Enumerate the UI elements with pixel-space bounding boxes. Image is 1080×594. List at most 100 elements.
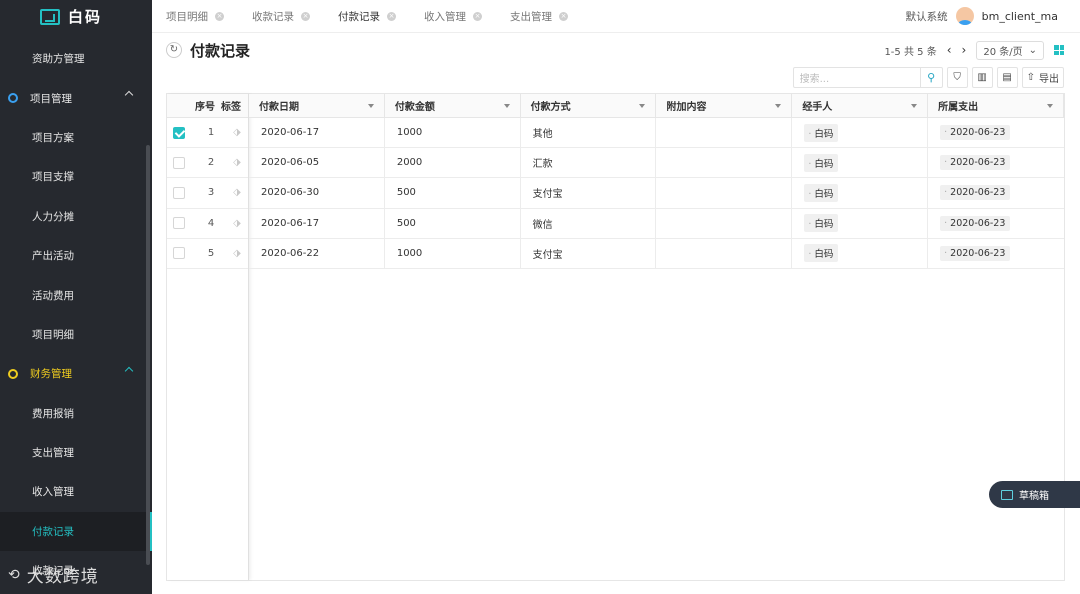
handler-chip[interactable]: 白码 — [804, 183, 839, 202]
filter-button[interactable]: ⛉ — [946, 67, 968, 88]
expense-chip[interactable]: 2020-06-23 — [940, 245, 1011, 261]
cell-amount: 500 — [385, 208, 521, 238]
search-input[interactable]: 搜索... ⚲ — [792, 67, 943, 88]
sidebar-item[interactable]: 支出管理 — [0, 433, 152, 472]
table-settings-icon: ▤ — [1002, 72, 1012, 83]
column-header[interactable]: 付款方式 — [521, 93, 657, 118]
tabs: 项目明细 × 收款记录 × 付款记录 × 收入管理 × 支出管理 × — [152, 0, 582, 33]
tab[interactable]: 支出管理 × — [496, 0, 582, 33]
row-checkbox[interactable] — [173, 156, 185, 169]
caret-down-icon[interactable] — [775, 103, 782, 108]
sidebar-item[interactable]: 产出活动 — [0, 236, 152, 275]
layout-grid-icon[interactable] — [1054, 45, 1064, 55]
logo[interactable]: 白码 — [0, 0, 152, 33]
caret-down-icon[interactable] — [639, 103, 646, 108]
circle-icon — [8, 368, 18, 379]
tag-icon[interactable]: ⬗ — [227, 127, 247, 138]
close-icon[interactable]: × — [215, 11, 224, 21]
cell-extra — [656, 118, 793, 148]
handler-chip[interactable]: 白码 — [804, 244, 839, 263]
table-row[interactable]: 2020-06-17 500 微信 白码 2020-06-23 — [249, 208, 1064, 239]
username[interactable]: bm_client_ma — [982, 10, 1058, 23]
column-header[interactable]: 付款日期 — [249, 93, 385, 118]
pagination: 1-5 共 5 条 ‹ › 20 条/页 ⌄ — [884, 40, 1064, 60]
cell-text: 1000 — [396, 127, 423, 139]
chevron-up-icon — [124, 366, 134, 376]
table-row[interactable]: 2020-06-17 1000 其他 白码 2020-06-23 — [249, 118, 1064, 149]
watermark: ⟲ 大数跨境 — [8, 562, 99, 588]
handler-chip[interactable]: 白码 — [804, 214, 839, 233]
caret-down-icon[interactable] — [503, 103, 510, 108]
expense-chip[interactable]: 2020-06-23 — [940, 155, 1011, 171]
caret-down-icon[interactable] — [1046, 103, 1053, 108]
sidebar-item[interactable]: 项目支撑 — [0, 157, 152, 196]
sidebar-item[interactable]: 活动费用 — [0, 275, 152, 314]
per-page-select[interactable]: 20 条/页 ⌄ — [976, 40, 1044, 60]
tab[interactable]: 付款记录 × — [324, 0, 410, 33]
prev-page-icon[interactable]: ‹ — [947, 43, 952, 57]
column-header[interactable]: 付款金额 — [385, 93, 521, 118]
cell-date: 2020-06-17 — [249, 208, 385, 238]
column-header[interactable]: 附加内容 — [656, 93, 793, 118]
page-title: 付款记录 — [190, 41, 251, 60]
table-row[interactable]: 2020-06-30 500 支付宝 白码 2020-06-23 — [249, 178, 1064, 209]
next-page-icon[interactable]: › — [962, 43, 967, 57]
chart-button[interactable]: ▥ — [971, 67, 993, 88]
sidebar-item[interactable]: 项目方案 — [0, 118, 152, 157]
column-header-label: 经手人 — [802, 102, 833, 113]
tag-icon[interactable]: ⬗ — [227, 248, 247, 259]
close-icon[interactable]: × — [559, 11, 568, 21]
close-icon[interactable]: × — [301, 11, 310, 21]
draft-box-button[interactable]: 草稿箱 — [989, 481, 1080, 508]
tag-icon[interactable]: ⬗ — [227, 187, 247, 198]
row-checkbox[interactable] — [173, 247, 185, 260]
export-button[interactable]: ⇧ 导出 — [1021, 67, 1064, 88]
handler-chip[interactable]: 白码 — [804, 123, 839, 142]
tab[interactable]: 收款记录 × — [238, 0, 324, 33]
cell-amount: 1000 — [385, 118, 521, 148]
settings-button[interactable]: ▤ — [996, 67, 1018, 88]
row-index: 3 — [207, 187, 215, 199]
sidebar-item[interactable]: 费用报销 — [0, 394, 152, 433]
sidebar-scrollbar[interactable] — [146, 145, 150, 565]
tab[interactable]: 收入管理 × — [410, 0, 496, 33]
row-checkbox[interactable] — [173, 186, 185, 199]
sidebar-item[interactable]: 人力分摊 — [0, 197, 152, 236]
close-icon[interactable]: × — [473, 11, 482, 21]
tag-icon[interactable]: ⬗ — [227, 157, 247, 168]
column-header[interactable]: 经手人 — [792, 93, 929, 118]
table-row[interactable]: 2020-06-05 2000 汇款 白码 2020-06-23 — [249, 148, 1064, 179]
row-checkbox[interactable] — [173, 217, 185, 230]
avatar[interactable] — [955, 7, 974, 25]
sidebar-item[interactable]: 资助方管理 — [0, 39, 152, 78]
sidebar-group[interactable]: 财务管理 — [0, 354, 152, 393]
search-placeholder: 搜索... — [799, 74, 830, 85]
row-checkbox[interactable] — [173, 126, 185, 139]
caret-down-icon[interactable] — [367, 103, 374, 108]
table-row[interactable]: 2020-06-22 1000 支付宝 白码 2020-06-23 — [249, 238, 1064, 269]
search-icon[interactable]: ⚲ — [919, 68, 942, 87]
sidebar-item[interactable]: 付款记录 — [0, 511, 152, 552]
close-icon[interactable]: × — [387, 11, 396, 21]
system-switcher[interactable]: 默认系统 — [906, 9, 948, 24]
tab-label: 支出管理 — [510, 10, 552, 23]
sidebar-item[interactable]: 项目明细 — [0, 315, 152, 354]
tab[interactable]: 项目明细 × — [152, 0, 238, 33]
cell-text: 支付宝 — [532, 249, 563, 261]
expense-chip[interactable]: 2020-06-23 — [940, 215, 1011, 231]
cell-method: 其他 — [521, 118, 657, 148]
data-table: 序号 标签 1 ⬗ 2 ⬗ 3 ⬗ 4 ⬗ 5 ⬗ 付款日期 付款金额 付款方式 附加内容 经手人 所属支出… — [166, 93, 1065, 581]
caret-down-icon[interactable] — [911, 103, 918, 108]
handler-chip[interactable]: 白码 — [804, 153, 839, 172]
expense-chip[interactable]: 2020-06-23 — [940, 185, 1011, 201]
cell-method: 支付宝 — [521, 178, 657, 208]
sidebar-item[interactable]: 收入管理 — [0, 472, 152, 511]
expense-chip[interactable]: 2020-06-23 — [940, 125, 1011, 141]
draft-label: 草稿箱 — [1019, 491, 1049, 502]
fixed-header: 序号 标签 — [167, 94, 248, 118]
tag-icon[interactable]: ⬗ — [227, 218, 247, 229]
refresh-icon[interactable]: ↻ — [166, 42, 182, 58]
sidebar-group[interactable]: 项目管理 — [0, 78, 152, 117]
column-header[interactable]: 所属支出 — [928, 93, 1064, 118]
logo-icon — [40, 8, 60, 25]
